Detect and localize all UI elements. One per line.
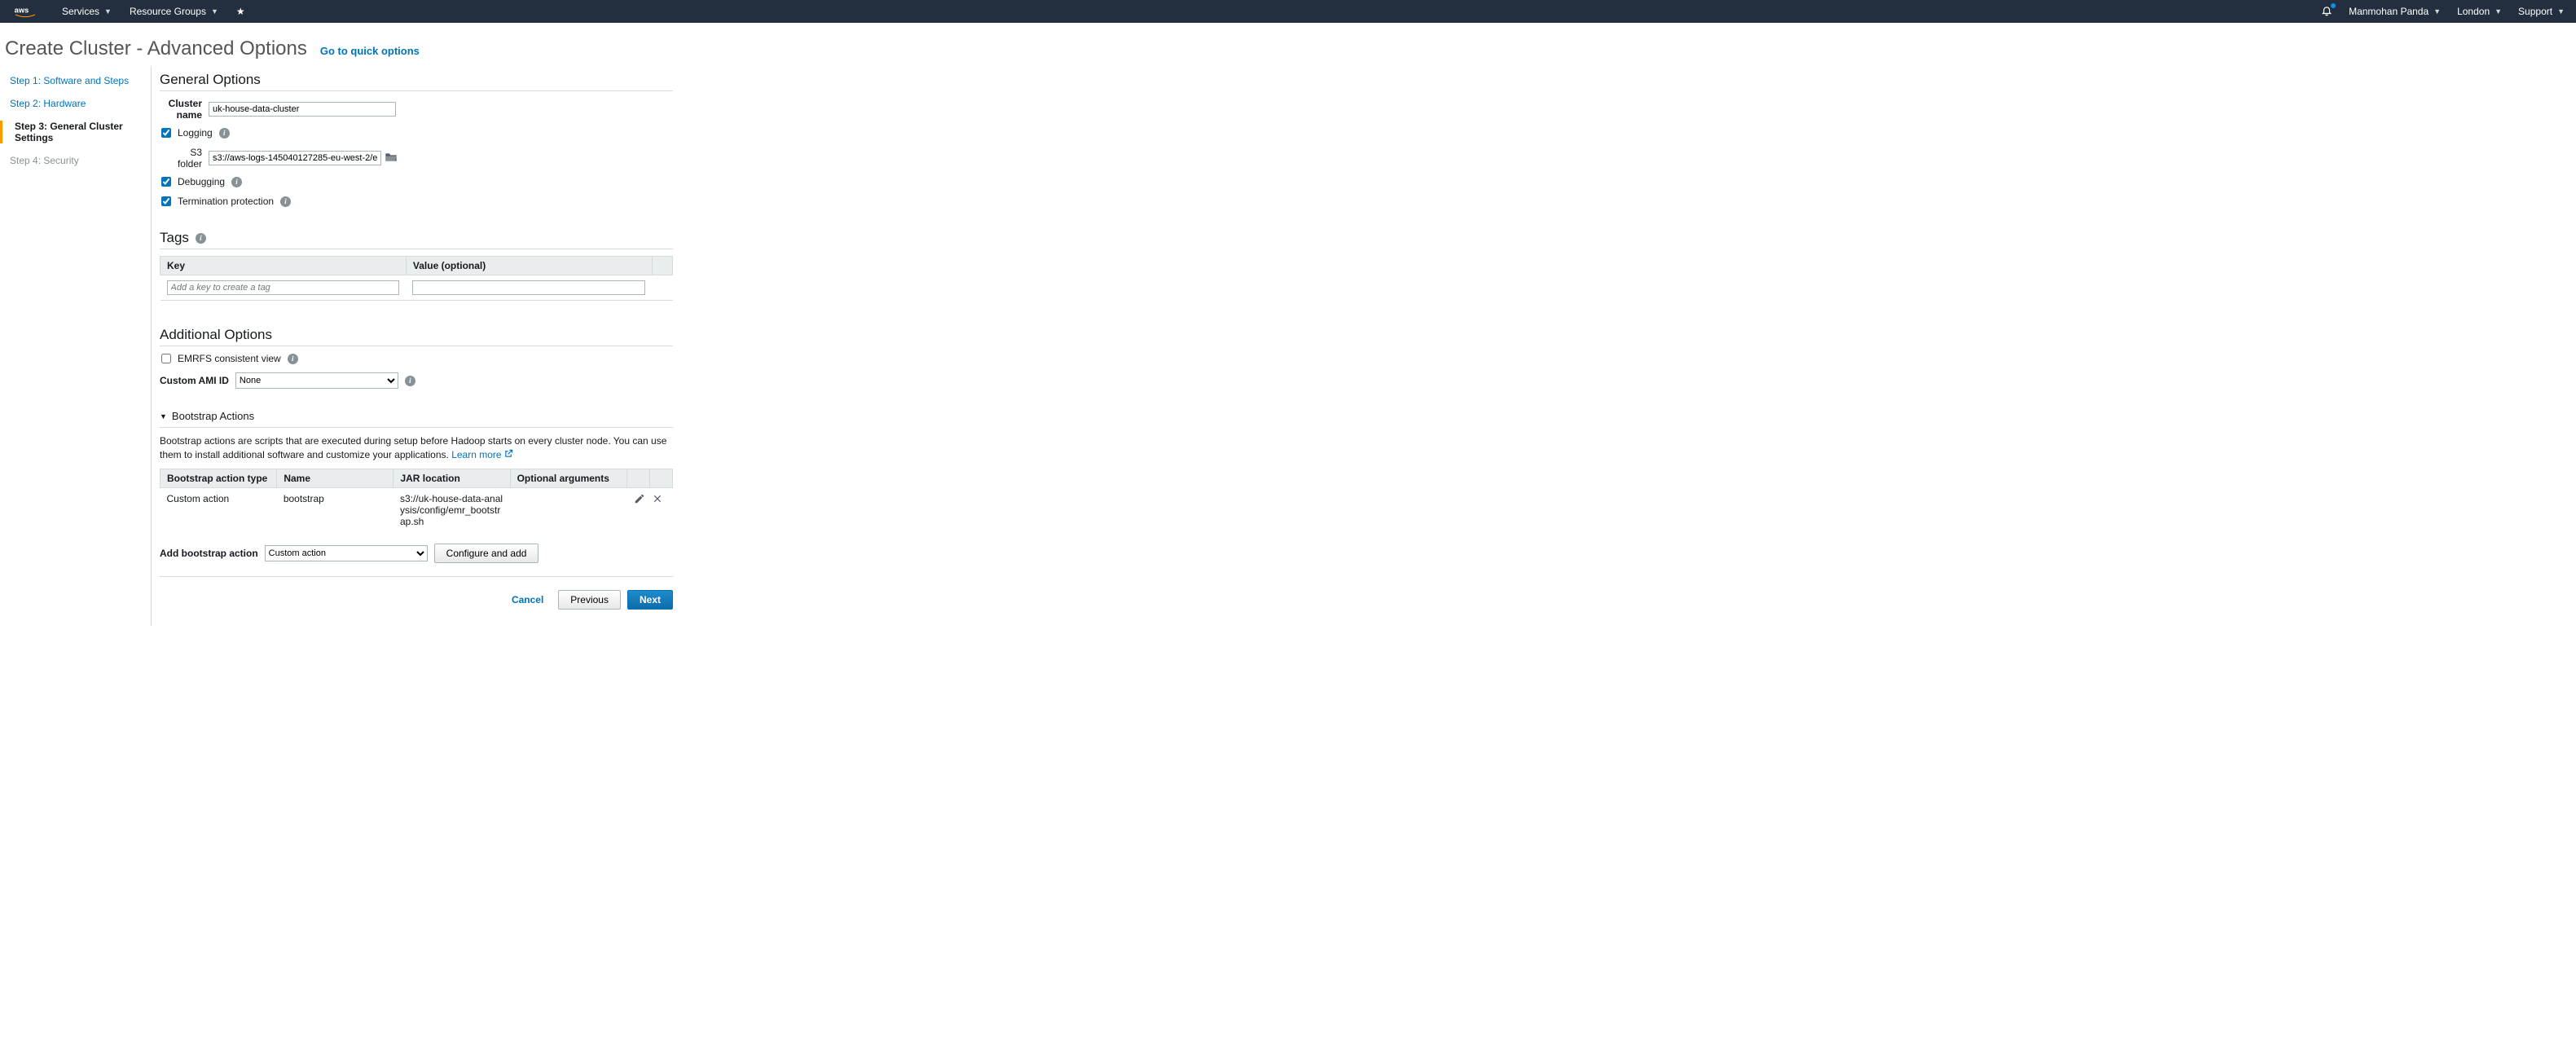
- step-4-link: Step 4: Security: [10, 155, 139, 166]
- folder-browse-icon[interactable]: [385, 152, 398, 165]
- logging-label: Logging: [178, 127, 213, 139]
- page-header: Create Cluster - Advanced Options Go to …: [0, 23, 2576, 67]
- bootstrap-actions-title: Bootstrap Actions: [172, 410, 254, 422]
- termination-protection-checkbox[interactable]: [161, 196, 171, 206]
- nav-region-label: London: [2457, 6, 2490, 17]
- nav-services-label: Services: [62, 6, 99, 17]
- edit-icon[interactable]: [634, 493, 645, 507]
- notifications-icon[interactable]: [2321, 5, 2332, 19]
- nav-user[interactable]: Manmohan Panda ▼: [2349, 6, 2441, 17]
- info-icon[interactable]: i: [288, 354, 298, 364]
- tags-section-title: Tags i: [160, 225, 673, 249]
- caret-down-icon: ▼: [2433, 7, 2441, 15]
- caret-down-icon: ▼: [211, 7, 218, 15]
- bootstrap-row-name: bootstrap: [277, 488, 393, 533]
- bootstrap-desc-text: Bootstrap actions are scripts that are e…: [160, 435, 666, 460]
- tags-col-value: Value (optional): [406, 257, 652, 275]
- page-title: Create Cluster - Advanced Options: [5, 37, 307, 60]
- wizard-steps-sidebar: Step 1: Software and Steps Step 2: Hardw…: [0, 67, 152, 626]
- cancel-button[interactable]: Cancel: [503, 590, 552, 610]
- go-to-quick-options-link[interactable]: Go to quick options: [320, 45, 420, 57]
- info-icon[interactable]: i: [231, 177, 242, 187]
- caret-down-icon: ▼: [2557, 7, 2565, 15]
- info-icon[interactable]: i: [405, 376, 415, 386]
- collapse-caret-icon: ▼: [160, 412, 167, 420]
- notification-dot: [2331, 3, 2336, 8]
- bootstrap-col-jar: JAR location: [393, 469, 510, 488]
- tags-table: Key Value (optional): [160, 256, 673, 301]
- nav-region[interactable]: London ▼: [2457, 6, 2502, 17]
- step-1-link[interactable]: Step 1: Software and Steps: [10, 75, 139, 86]
- external-link-icon: [504, 451, 513, 460]
- bootstrap-col-args: Optional arguments: [510, 469, 626, 488]
- learn-more-link[interactable]: Learn more: [451, 449, 501, 460]
- emrfs-consistent-view-checkbox[interactable]: [161, 354, 171, 363]
- s3-folder-input[interactable]: [209, 151, 381, 165]
- bootstrap-row-type: Custom action: [160, 488, 277, 533]
- pin-icon[interactable]: ★: [236, 6, 245, 17]
- additional-options-title: Additional Options: [160, 322, 673, 346]
- bootstrap-row: Custom action bootstrap s3://uk-house-da…: [160, 488, 673, 533]
- s3-folder-label: S3 folder: [176, 147, 209, 169]
- debugging-label: Debugging: [178, 176, 225, 187]
- svg-text:aws: aws: [15, 6, 29, 14]
- info-icon[interactable]: i: [280, 196, 291, 207]
- bootstrap-col-actions: [627, 469, 650, 488]
- wizard-button-bar: Cancel Previous Next: [160, 576, 673, 610]
- configure-and-add-button[interactable]: Configure and add: [434, 544, 539, 563]
- step-3-link[interactable]: Step 3: General Cluster Settings: [10, 121, 139, 143]
- caret-down-icon: ▼: [104, 7, 112, 15]
- bootstrap-row-jar: s3://uk-house-data-analysis/config/emr_b…: [393, 488, 510, 533]
- delete-icon[interactable]: [652, 493, 663, 507]
- nav-resource-groups-label: Resource Groups: [130, 6, 206, 17]
- top-nav: aws Services ▼ Resource Groups ▼ ★ Manmo…: [0, 0, 2576, 23]
- aws-logo[interactable]: aws: [11, 5, 39, 18]
- add-bootstrap-label: Add bootstrap action: [160, 548, 258, 559]
- custom-ami-select[interactable]: None: [235, 372, 398, 389]
- termination-protection-label: Termination protection: [178, 196, 274, 207]
- caret-down-icon: ▼: [2495, 7, 2502, 15]
- cluster-name-label: Cluster name: [160, 98, 209, 121]
- nav-resource-groups[interactable]: Resource Groups ▼: [130, 6, 218, 17]
- bootstrap-col-actions2: [650, 469, 673, 488]
- logging-checkbox[interactable]: [161, 128, 171, 138]
- info-icon[interactable]: i: [219, 128, 230, 139]
- emrfs-label: EMRFS consistent view: [178, 353, 281, 364]
- tags-col-key: Key: [160, 257, 407, 275]
- cluster-name-input[interactable]: [209, 102, 396, 117]
- bootstrap-actions-header[interactable]: ▼ Bootstrap Actions: [160, 405, 673, 428]
- general-options-title: General Options: [160, 67, 673, 91]
- nav-services[interactable]: Services ▼: [62, 6, 112, 17]
- tag-key-input[interactable]: [167, 280, 400, 295]
- debugging-checkbox[interactable]: [161, 177, 171, 187]
- add-bootstrap-select[interactable]: Custom action: [265, 545, 428, 561]
- next-button[interactable]: Next: [627, 590, 673, 610]
- bootstrap-col-type: Bootstrap action type: [160, 469, 277, 488]
- bootstrap-col-name: Name: [277, 469, 393, 488]
- nav-user-label: Manmohan Panda: [2349, 6, 2429, 17]
- custom-ami-label: Custom AMI ID: [160, 375, 235, 386]
- main-content: General Options Cluster name Logging i S…: [152, 67, 673, 626]
- info-icon[interactable]: i: [196, 233, 206, 244]
- nav-support[interactable]: Support ▼: [2518, 6, 2565, 17]
- step-2-link[interactable]: Step 2: Hardware: [10, 98, 139, 109]
- bootstrap-actions-table: Bootstrap action type Name JAR location …: [160, 469, 673, 532]
- bootstrap-row-args: [510, 488, 626, 533]
- tags-title-text: Tags: [160, 230, 189, 246]
- add-bootstrap-row: Add bootstrap action Custom action Confi…: [160, 544, 673, 563]
- tag-value-input[interactable]: [412, 280, 645, 295]
- nav-support-label: Support: [2518, 6, 2552, 17]
- tags-col-actions: [652, 257, 672, 275]
- bootstrap-description: Bootstrap actions are scripts that are e…: [160, 428, 673, 469]
- previous-button[interactable]: Previous: [558, 590, 621, 610]
